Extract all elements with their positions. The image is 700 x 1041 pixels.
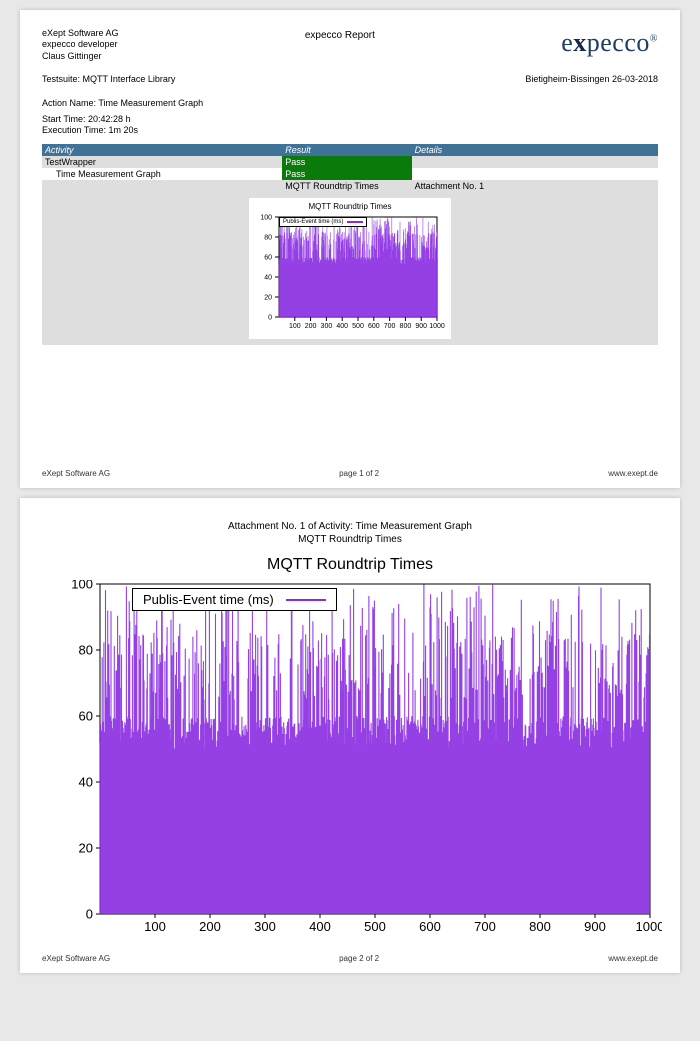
svg-text:20: 20 bbox=[79, 841, 93, 856]
testsuite-name: MQTT Interface Library bbox=[83, 74, 176, 84]
svg-text:800: 800 bbox=[400, 323, 412, 330]
svg-text:100: 100 bbox=[144, 919, 166, 934]
page-footer: eXept Software AG page 1 of 2 www.exept.… bbox=[42, 469, 658, 478]
location-date: Bietigheim-Bissingen 26-03-2018 bbox=[525, 74, 658, 84]
time-block: Start Time: 20:42:28 h Execution Time: 1… bbox=[42, 114, 658, 137]
footer-page: page 1 of 2 bbox=[339, 469, 379, 478]
footer-right-2: www.exept.de bbox=[608, 954, 658, 963]
report-title: expecco Report bbox=[119, 28, 562, 62]
start-time-label: Start Time: bbox=[42, 114, 86, 124]
svg-text:900: 900 bbox=[415, 323, 427, 330]
report-page-2: Attachment No. 1 of Activity: Time Measu… bbox=[20, 498, 680, 973]
svg-text:700: 700 bbox=[384, 323, 396, 330]
chart-thumb-legend: Publis-Event time (ms) bbox=[279, 217, 367, 227]
svg-text:0: 0 bbox=[268, 315, 272, 322]
chart-thumb-svg: 0 20 40 60 80 100 100 200 300400 500 600 700 8009001… bbox=[255, 213, 445, 333]
svg-text:600: 600 bbox=[419, 919, 441, 934]
footer-right: www.exept.de bbox=[608, 469, 658, 478]
svg-text:900: 900 bbox=[584, 919, 606, 934]
footer-page-2: page 2 of 2 bbox=[339, 954, 379, 963]
svg-text:80: 80 bbox=[79, 643, 93, 658]
legend-text: Publis-Event time (ms) bbox=[283, 219, 343, 225]
svg-text:400: 400 bbox=[309, 919, 331, 934]
page-footer-2: eXept Software AG page 2 of 2 www.exept.… bbox=[42, 954, 658, 963]
page-header: eXept Software AG expecco developer Clau… bbox=[42, 28, 658, 62]
cell-activity bbox=[42, 180, 282, 192]
action-name: Time Measurement Graph bbox=[98, 98, 203, 108]
cell-details bbox=[412, 168, 658, 180]
action-label: Action Name: bbox=[42, 98, 96, 108]
svg-text:60: 60 bbox=[79, 709, 93, 724]
table-row: MQTT Roundtrip TimesAttachment No. 1 bbox=[42, 180, 658, 192]
cell-details: Attachment No. 1 bbox=[412, 180, 658, 192]
legend-big-line-icon bbox=[286, 599, 326, 601]
cell-activity: TestWrapper bbox=[42, 156, 282, 168]
svg-text:40: 40 bbox=[79, 775, 93, 790]
svg-text:40: 40 bbox=[264, 275, 272, 282]
table-row: Time Measurement GraphPass bbox=[42, 168, 658, 180]
chart-big-legend: Publis-Event time (ms) bbox=[132, 588, 337, 611]
table-header-row: Activity Result Details bbox=[42, 144, 658, 156]
testsuite-label: Testsuite: bbox=[42, 74, 80, 84]
exec-time-value: 1m 20s bbox=[109, 125, 139, 135]
results-table: Activity Result Details TestWrapperPassT… bbox=[42, 144, 658, 192]
start-time-value: 20:42:28 h bbox=[88, 114, 131, 124]
product-name: expecco developer bbox=[42, 39, 119, 50]
svg-text:600: 600 bbox=[368, 323, 380, 330]
footer-left-2: eXept Software AG bbox=[42, 954, 110, 963]
svg-text:20: 20 bbox=[264, 295, 272, 302]
header-left: eXept Software AG expecco developer Clau… bbox=[42, 28, 119, 62]
footer-left: eXept Software AG bbox=[42, 469, 110, 478]
caption-line1: Attachment No. 1 of Activity: Time Measu… bbox=[42, 520, 658, 533]
testsuite-line: Testsuite: MQTT Interface Library Bietig… bbox=[42, 74, 658, 84]
svg-text:800: 800 bbox=[529, 919, 551, 934]
svg-text:200: 200 bbox=[305, 323, 317, 330]
svg-text:100: 100 bbox=[71, 580, 93, 592]
svg-text:80: 80 bbox=[264, 235, 272, 242]
cell-details bbox=[412, 156, 658, 168]
cell-result: MQTT Roundtrip Times bbox=[282, 180, 411, 192]
svg-text:500: 500 bbox=[352, 323, 364, 330]
svg-text:60: 60 bbox=[264, 255, 272, 262]
expecco-logo: expecco® bbox=[561, 28, 658, 62]
cell-activity: Time Measurement Graph bbox=[42, 168, 282, 180]
svg-text:500: 500 bbox=[364, 919, 386, 934]
svg-text:400: 400 bbox=[336, 323, 348, 330]
chart-thumb-title: MQTT Roundtrip Times bbox=[255, 202, 445, 211]
svg-text:1000: 1000 bbox=[636, 919, 662, 934]
action-line: Action Name: Time Measurement Graph bbox=[42, 98, 658, 108]
svg-text:100: 100 bbox=[289, 323, 301, 330]
author-name: Claus Gittinger bbox=[42, 51, 119, 62]
svg-text:300: 300 bbox=[321, 323, 333, 330]
attachment-caption: Attachment No. 1 of Activity: Time Measu… bbox=[42, 520, 658, 546]
svg-text:0: 0 bbox=[86, 907, 93, 922]
svg-text:200: 200 bbox=[199, 919, 221, 934]
legend-big-text: Publis-Event time (ms) bbox=[143, 592, 274, 607]
chart-thumbnail: MQTT Roundtrip Times 0 20 40 60 80 100 100 200 3… bbox=[249, 198, 451, 339]
chart-thumbnail-area: MQTT Roundtrip Times 0 20 40 60 80 100 100 200 3… bbox=[42, 192, 658, 345]
svg-text:1000: 1000 bbox=[429, 323, 445, 330]
svg-text:700: 700 bbox=[474, 919, 496, 934]
caption-line2: MQTT Roundtrip Times bbox=[42, 533, 658, 546]
cell-result: Pass bbox=[282, 156, 411, 168]
col-activity: Activity bbox=[42, 144, 282, 156]
legend-line-icon bbox=[347, 221, 363, 223]
exec-time-label: Execution Time: bbox=[42, 125, 106, 135]
col-result: Result bbox=[282, 144, 411, 156]
cell-result: Pass bbox=[282, 168, 411, 180]
svg-text:100: 100 bbox=[260, 215, 272, 222]
report-page-1: eXept Software AG expecco developer Clau… bbox=[20, 10, 680, 488]
table-row: TestWrapperPass bbox=[42, 156, 658, 168]
svg-text:300: 300 bbox=[254, 919, 276, 934]
chart-big-title: MQTT Roundtrip Times bbox=[42, 556, 658, 574]
col-details: Details bbox=[412, 144, 658, 156]
chart-big-svg: 0 20 40 60 80 100 100 200 300 400 500 600 700 800 900 1… bbox=[52, 580, 662, 940]
company-name: eXept Software AG bbox=[42, 28, 119, 39]
